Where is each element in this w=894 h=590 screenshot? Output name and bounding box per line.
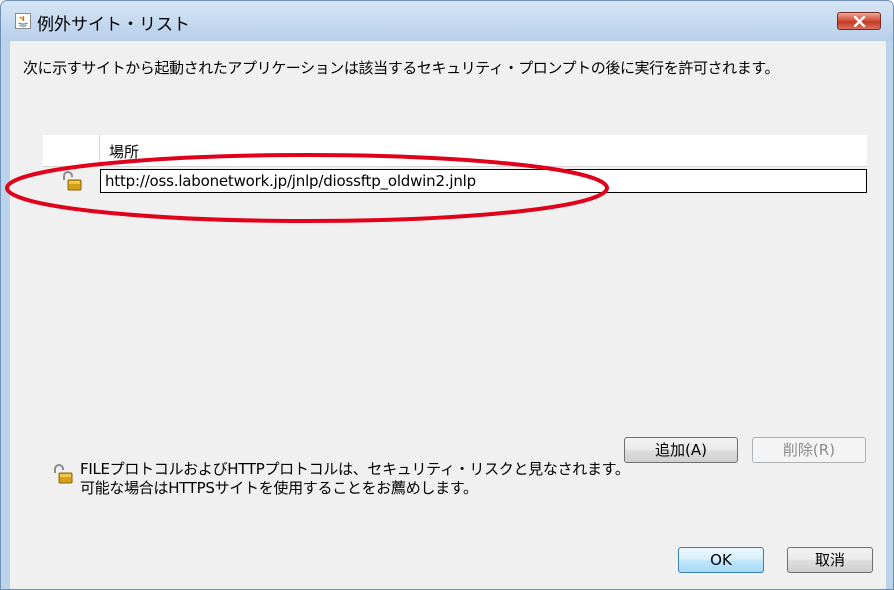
icon-column-header[interactable] <box>43 135 100 166</box>
table-header: 場所 <box>43 135 867 167</box>
site-url: http://oss.labonetwork.jp/jnlp/diossftp_… <box>105 172 476 190</box>
title-bar[interactable]: 例外サイト・リスト <box>1 1 893 41</box>
location-column-header[interactable]: 場所 <box>109 141 139 162</box>
unlocked-padlock-icon <box>61 171 83 191</box>
site-url-cell[interactable]: http://oss.labonetwork.jp/jnlp/diossftp_… <box>100 169 867 193</box>
window-title: 例外サイト・リスト <box>37 15 190 35</box>
unlocked-padlock-icon <box>52 464 74 484</box>
warning-line-1: FILEプロトコルおよびHTTPプロトコルは、セキュリティ・リスクと見なされます… <box>80 460 630 478</box>
cancel-button[interactable]: 取消 <box>787 547 873 573</box>
security-warning-text: FILEプロトコルおよびHTTPプロトコルは、セキュリティ・リスクと見なされます… <box>80 460 630 498</box>
java-icon <box>15 13 31 29</box>
remove-button[interactable]: 削除(R) <box>752 437 866 463</box>
description-text: 次に示すサイトから起動されたアプリケーションは該当するセキュリティ・プロンプトの… <box>23 59 780 77</box>
ok-button[interactable]: OK <box>678 547 764 573</box>
site-list-table: 場所 http://oss.labonetwork.jp/jnlp/diossf… <box>43 127 867 420</box>
close-x-icon <box>853 16 866 27</box>
add-button[interactable]: 追加(A) <box>624 437 738 463</box>
table-row[interactable]: http://oss.labonetwork.jp/jnlp/diossftp_… <box>43 169 867 193</box>
warning-line-2: 可能な場合はHTTPSサイトを使用することをお薦めします。 <box>80 479 478 497</box>
close-button[interactable] <box>837 12 881 30</box>
dialog-content: 次に示すサイトから起動されたアプリケーションは該当するセキュリティ・プロンプトの… <box>10 41 886 589</box>
exception-site-list-dialog: 例外サイト・リスト 次に示すサイトから起動されたアプリケーションは該当するセキュ… <box>0 0 894 590</box>
